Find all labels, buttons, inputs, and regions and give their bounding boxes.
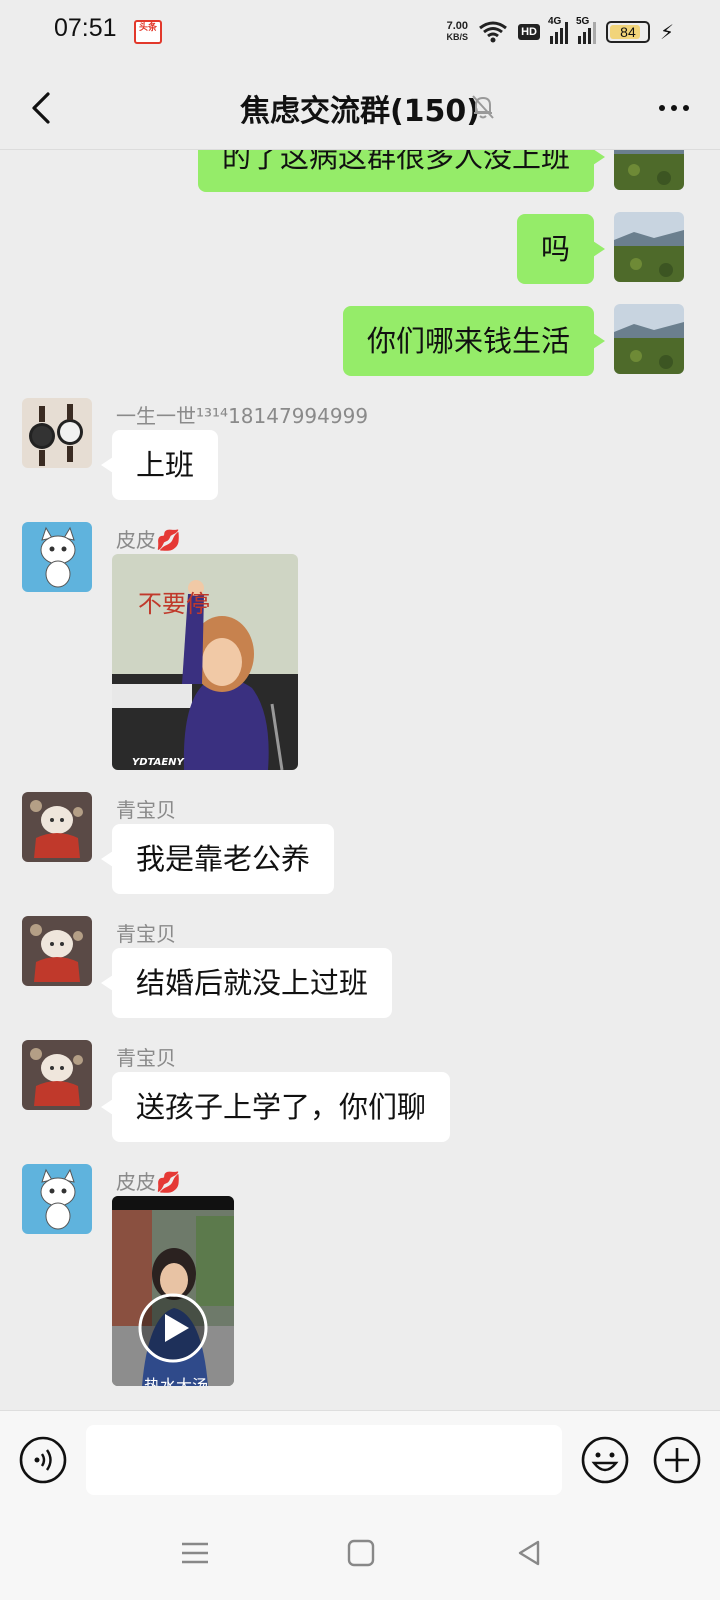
sticker-caption: 不要停 [138,590,210,618]
system-navigation-bar [0,1506,720,1600]
message-list[interactable]: 的了这病这群很多人没上班 吗 你们哪来钱生活 一生一世¹³¹⁴181479949… [0,150,720,1410]
home-icon[interactable] [344,1536,378,1570]
chat-title: 焦虑交流群(150) [239,94,481,129]
play-icon[interactable] [137,1292,209,1364]
member-avatar[interactable] [22,792,92,862]
member-avatar[interactable] [22,1040,92,1110]
member-avatar[interactable] [22,522,92,592]
video-caption: 热水大汤 [144,1376,209,1386]
network-speed: 7.00 KB/S [447,21,469,43]
network-speed-unit: KB/S [446,32,469,42]
sender-name: 青宝贝 [116,922,176,946]
status-time: 07:51 [54,14,117,42]
sticker-watermark: YDTAENY [132,757,184,768]
sender-name: 一生一世¹³¹⁴18147994999 [116,404,369,428]
member-avatar[interactable] [22,916,92,986]
message-bubble[interactable]: 送孩子上学了，你们聊 [100,1072,451,1142]
status-icons: 7.00 KB/S HD 4G 5G 84 ⚡ [447,16,674,48]
sender-name: 皮皮💋 [116,1170,181,1194]
sim2-label: 5G [575,16,590,27]
network-speed-value: 7.00 [446,20,469,32]
my-avatar[interactable] [614,304,684,374]
charging-icon: ⚡ [659,20,674,44]
toutiao-app-icon: 头条 [134,20,162,44]
sender-name: 青宝贝 [116,798,176,822]
my-avatar[interactable] [614,212,684,282]
sender-name: 青宝贝 [116,1046,176,1070]
battery-percent: 84 [620,24,636,40]
message-bubble[interactable]: 结婚后就没上过班 [100,948,393,1018]
back-triangle-icon[interactable] [512,1536,546,1570]
message-bubble[interactable]: 吗 [516,214,606,284]
battery-icon: 84 [605,21,650,43]
wifi-icon [479,21,507,43]
message-bubble[interactable]: 上班 [100,430,219,500]
video-message[interactable]: 热水大汤 [112,1196,234,1386]
signal-5g-icon: 5G [576,16,596,44]
more-icon[interactable] [656,96,692,120]
menu-icon[interactable] [178,1536,212,1570]
mute-bell-icon [472,95,494,119]
voice-icon[interactable] [18,1435,68,1485]
hd-voice-icon: HD [518,24,540,40]
input-bar [0,1410,720,1506]
message-bubble[interactable]: 你们哪来钱生活 [342,306,606,376]
message-bubble[interactable]: 我是靠老公养 [100,824,335,894]
sender-name: 皮皮💋 [116,528,181,552]
member-avatar[interactable] [22,1164,92,1234]
my-avatar[interactable] [614,150,684,190]
emoji-icon[interactable] [580,1435,630,1485]
plus-icon[interactable] [652,1435,702,1485]
signal-4g-icon: 4G [548,16,568,44]
message-bubble[interactable]: 的了这病这群很多人没上班 [197,150,606,192]
status-bar: 07:51 头条 7.00 KB/S HD 4G 5G 84 ⚡ [0,0,720,64]
chat-header: 焦虑交流群(150) [0,64,720,150]
member-avatar[interactable] [22,398,92,468]
sim1-label: 4G [547,16,562,27]
sticker-image[interactable]: 不要停 YDTAENY [112,554,298,770]
message-input[interactable] [86,1425,562,1495]
